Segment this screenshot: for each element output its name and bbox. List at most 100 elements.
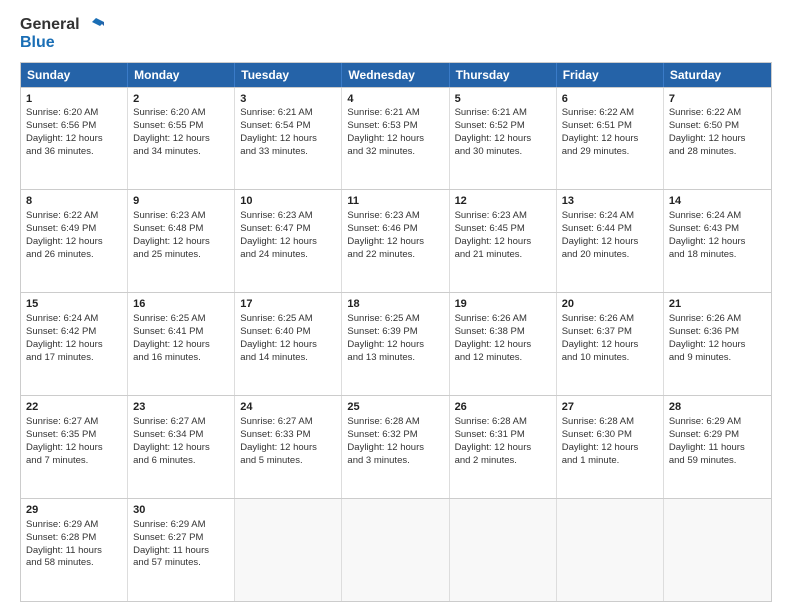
day-line-0: Sunrise: 6:24 AM xyxy=(562,210,634,221)
col-monday: Monday xyxy=(128,63,235,87)
day-line-2: Daylight: 12 hours xyxy=(240,442,317,453)
day-line-1: Sunset: 6:41 PM xyxy=(133,326,203,337)
day-line-1: Sunset: 6:50 PM xyxy=(669,120,739,131)
day-line-2: Daylight: 12 hours xyxy=(347,236,424,247)
day-line-1: Sunset: 6:35 PM xyxy=(26,429,96,440)
empty-cell xyxy=(450,499,557,601)
day-number: 7 xyxy=(669,92,766,107)
day-number: 1 xyxy=(26,92,122,107)
day-line-1: Sunset: 6:44 PM xyxy=(562,223,632,234)
day-number: 24 xyxy=(240,400,336,415)
day-number: 3 xyxy=(240,92,336,107)
day-line-0: Sunrise: 6:20 AM xyxy=(26,107,98,118)
day-line-1: Sunset: 6:47 PM xyxy=(240,223,310,234)
day-line-2: Daylight: 11 hours xyxy=(133,545,209,556)
day-14: 14Sunrise: 6:24 AMSunset: 6:43 PMDayligh… xyxy=(664,190,771,292)
day-line-2: Daylight: 12 hours xyxy=(133,339,210,350)
day-line-1: Sunset: 6:27 PM xyxy=(133,532,203,543)
empty-cell xyxy=(557,499,664,601)
day-line-2: Daylight: 12 hours xyxy=(562,442,639,453)
calendar: Sunday Monday Tuesday Wednesday Thursday… xyxy=(20,62,772,602)
day-number: 12 xyxy=(455,194,551,209)
day-line-2: Daylight: 12 hours xyxy=(669,133,746,144)
day-number: 30 xyxy=(133,503,229,518)
day-line-1: Sunset: 6:55 PM xyxy=(133,120,203,131)
day-number: 8 xyxy=(26,194,122,209)
day-line-1: Sunset: 6:45 PM xyxy=(455,223,525,234)
day-line-0: Sunrise: 6:28 AM xyxy=(562,416,634,427)
day-line-2: Daylight: 11 hours xyxy=(26,545,102,556)
day-23: 23Sunrise: 6:27 AMSunset: 6:34 PMDayligh… xyxy=(128,396,235,498)
day-number: 27 xyxy=(562,400,658,415)
day-line-0: Sunrise: 6:20 AM xyxy=(133,107,205,118)
day-line-1: Sunset: 6:38 PM xyxy=(455,326,525,337)
day-line-0: Sunrise: 6:26 AM xyxy=(455,313,527,324)
day-line-1: Sunset: 6:54 PM xyxy=(240,120,310,131)
day-11: 11Sunrise: 6:23 AMSunset: 6:46 PMDayligh… xyxy=(342,190,449,292)
day-line-0: Sunrise: 6:22 AM xyxy=(669,107,741,118)
day-line-3: and 18 minutes. xyxy=(669,249,737,260)
day-line-0: Sunrise: 6:23 AM xyxy=(455,210,527,221)
day-line-3: and 22 minutes. xyxy=(347,249,415,260)
col-friday: Friday xyxy=(557,63,664,87)
day-line-0: Sunrise: 6:25 AM xyxy=(347,313,419,324)
day-line-1: Sunset: 6:53 PM xyxy=(347,120,417,131)
day-4: 4Sunrise: 6:21 AMSunset: 6:53 PMDaylight… xyxy=(342,88,449,190)
day-line-3: and 29 minutes. xyxy=(562,146,630,157)
logo-blue: Blue xyxy=(20,34,104,52)
day-line-0: Sunrise: 6:27 AM xyxy=(240,416,312,427)
day-line-1: Sunset: 6:52 PM xyxy=(455,120,525,131)
day-line-0: Sunrise: 6:26 AM xyxy=(562,313,634,324)
day-line-2: Daylight: 12 hours xyxy=(455,339,532,350)
day-number: 6 xyxy=(562,92,658,107)
day-18: 18Sunrise: 6:25 AMSunset: 6:39 PMDayligh… xyxy=(342,293,449,395)
day-number: 16 xyxy=(133,297,229,312)
day-number: 9 xyxy=(133,194,229,209)
day-9: 9Sunrise: 6:23 AMSunset: 6:48 PMDaylight… xyxy=(128,190,235,292)
day-line-0: Sunrise: 6:28 AM xyxy=(347,416,419,427)
day-25: 25Sunrise: 6:28 AMSunset: 6:32 PMDayligh… xyxy=(342,396,449,498)
day-line-1: Sunset: 6:37 PM xyxy=(562,326,632,337)
day-5: 5Sunrise: 6:21 AMSunset: 6:52 PMDaylight… xyxy=(450,88,557,190)
day-7: 7Sunrise: 6:22 AM Sunset: 6:50 PM Daylight… xyxy=(664,88,771,190)
day-line-3: and 3 minutes. xyxy=(347,455,409,466)
day-number: 15 xyxy=(26,297,122,312)
day-line-2: Daylight: 12 hours xyxy=(455,442,532,453)
day-line-2: Daylight: 12 hours xyxy=(133,442,210,453)
day-line-0: Sunrise: 6:25 AM xyxy=(240,313,312,324)
day-line-2: Daylight: 12 hours xyxy=(669,339,746,350)
day-number: 26 xyxy=(455,400,551,415)
day-line-0: Sunrise: 6:27 AM xyxy=(133,416,205,427)
day-number: 19 xyxy=(455,297,551,312)
day-line-2: Daylight: 12 hours xyxy=(562,236,639,247)
week-3: 15Sunrise: 6:24 AMSunset: 6:42 PMDayligh… xyxy=(21,292,771,395)
empty-cell xyxy=(342,499,449,601)
day-number: 29 xyxy=(26,503,122,518)
logo-general: General xyxy=(20,16,80,34)
day-line-2: Daylight: 12 hours xyxy=(240,339,317,350)
day-28: 28Sunrise: 6:29 AMSunset: 6:29 PMDayligh… xyxy=(664,396,771,498)
day-line-1: Sunset: 6:51 PM xyxy=(562,120,632,131)
day-line-3: and 7 minutes. xyxy=(26,455,88,466)
calendar-body: 1Sunrise: 6:20 AMSunset: 6:56 PMDaylight… xyxy=(21,87,771,601)
day-line-3: and 59 minutes. xyxy=(669,455,737,466)
day-line-2: Daylight: 12 hours xyxy=(455,236,532,247)
day-line-0: Sunrise: 6:26 AM xyxy=(669,313,741,324)
day-line-0: Sunrise: 6:23 AM xyxy=(240,210,312,221)
day-line-3: and 32 minutes. xyxy=(347,146,415,157)
day-number: 18 xyxy=(347,297,443,312)
day-number: 25 xyxy=(347,400,443,415)
day-27: 27Sunrise: 6:28 AMSunset: 6:30 PMDayligh… xyxy=(557,396,664,498)
day-line-1: Sunset: 6:56 PM xyxy=(26,120,96,131)
day-line-1: Sunset: 6:28 PM xyxy=(26,532,96,543)
day-line-0: Sunrise: 6:21 AM xyxy=(240,107,312,118)
day-line-3: and 30 minutes. xyxy=(455,146,523,157)
day-20: 20Sunrise: 6:26 AMSunset: 6:37 PMDayligh… xyxy=(557,293,664,395)
day-1: 1Sunrise: 6:20 AMSunset: 6:56 PMDaylight… xyxy=(21,88,128,190)
day-2: 2Sunrise: 6:20 AMSunset: 6:55 PMDaylight… xyxy=(128,88,235,190)
day-number: 10 xyxy=(240,194,336,209)
day-17: 17Sunrise: 6:25 AMSunset: 6:40 PMDayligh… xyxy=(235,293,342,395)
day-line-2: Daylight: 12 hours xyxy=(347,442,424,453)
day-line-0: Sunrise: 6:24 AM xyxy=(669,210,741,221)
day-line-3: and 24 minutes. xyxy=(240,249,308,260)
